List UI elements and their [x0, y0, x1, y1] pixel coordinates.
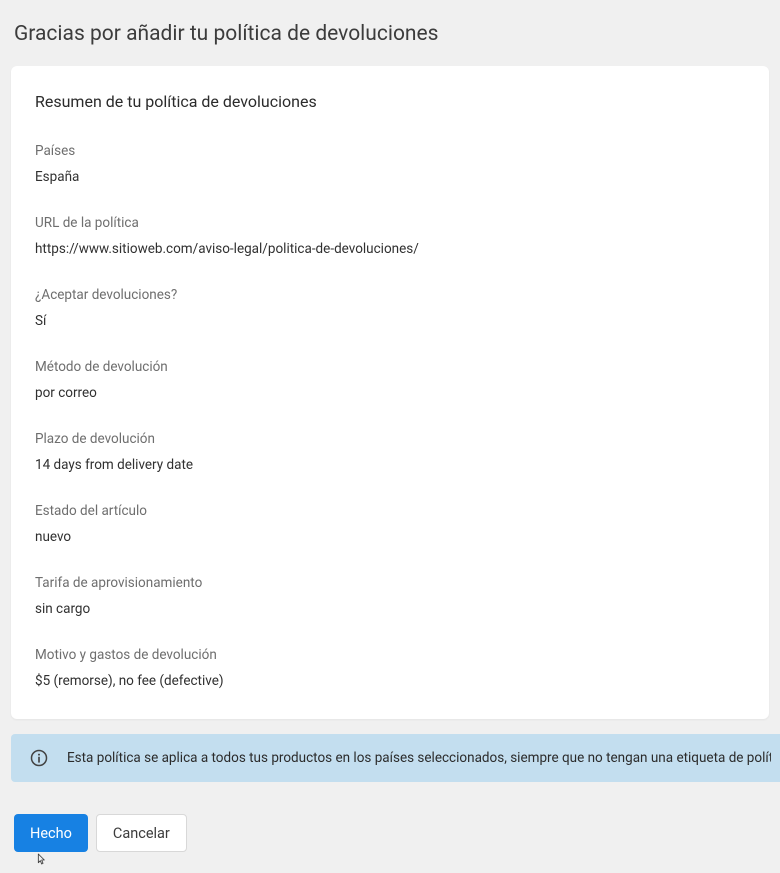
field-article-state: Estado del artículo nuevo	[35, 503, 745, 545]
field-label-article-state: Estado del artículo	[35, 503, 745, 519]
field-countries: Países España	[35, 143, 745, 185]
field-return-method: Método de devolución por correo	[35, 359, 745, 401]
field-value-countries: España	[35, 169, 745, 185]
done-button[interactable]: Hecho	[14, 814, 88, 852]
page-title: Gracias por añadir tu política de devolu…	[0, 0, 780, 66]
field-label-reason-costs: Motivo y gastos de devolución	[35, 647, 745, 663]
info-text: Esta política se aplica a todos tus prod…	[67, 750, 771, 766]
field-label-accept-returns: ¿Aceptar devoluciones?	[35, 287, 745, 303]
field-policy-url: URL de la política https://www.sitioweb.…	[35, 215, 745, 257]
summary-card: Resumen de tu política de devoluciones P…	[11, 66, 769, 719]
field-provisioning-fee: Tarifa de aprovisionamiento sin cargo	[35, 575, 745, 617]
field-label-provisioning-fee: Tarifa de aprovisionamiento	[35, 575, 745, 591]
field-value-return-method: por correo	[35, 385, 745, 401]
info-banner: Esta política se aplica a todos tus prod…	[11, 734, 780, 782]
field-value-return-period: 14 days from delivery date	[35, 457, 745, 473]
cursor-pointer-icon	[33, 852, 49, 868]
cancel-button[interactable]: Cancelar	[96, 814, 187, 852]
field-value-policy-url: https://www.sitioweb.com/aviso-legal/pol…	[35, 241, 745, 257]
field-value-accept-returns: Sí	[35, 313, 745, 329]
field-label-return-method: Método de devolución	[35, 359, 745, 375]
field-label-return-period: Plazo de devolución	[35, 431, 745, 447]
field-reason-costs: Motivo y gastos de devolución $5 (remors…	[35, 647, 745, 689]
button-row: Hecho Cancelar	[14, 814, 780, 852]
field-label-countries: Países	[35, 143, 745, 159]
info-icon	[29, 748, 49, 768]
field-value-article-state: nuevo	[35, 529, 745, 545]
card-title: Resumen de tu política de devoluciones	[35, 92, 745, 111]
field-value-provisioning-fee: sin cargo	[35, 601, 745, 617]
field-value-reason-costs: $5 (remorse), no fee (defective)	[35, 673, 745, 689]
field-accept-returns: ¿Aceptar devoluciones? Sí	[35, 287, 745, 329]
field-return-period: Plazo de devolución 14 days from deliver…	[35, 431, 745, 473]
field-label-policy-url: URL de la política	[35, 215, 745, 231]
